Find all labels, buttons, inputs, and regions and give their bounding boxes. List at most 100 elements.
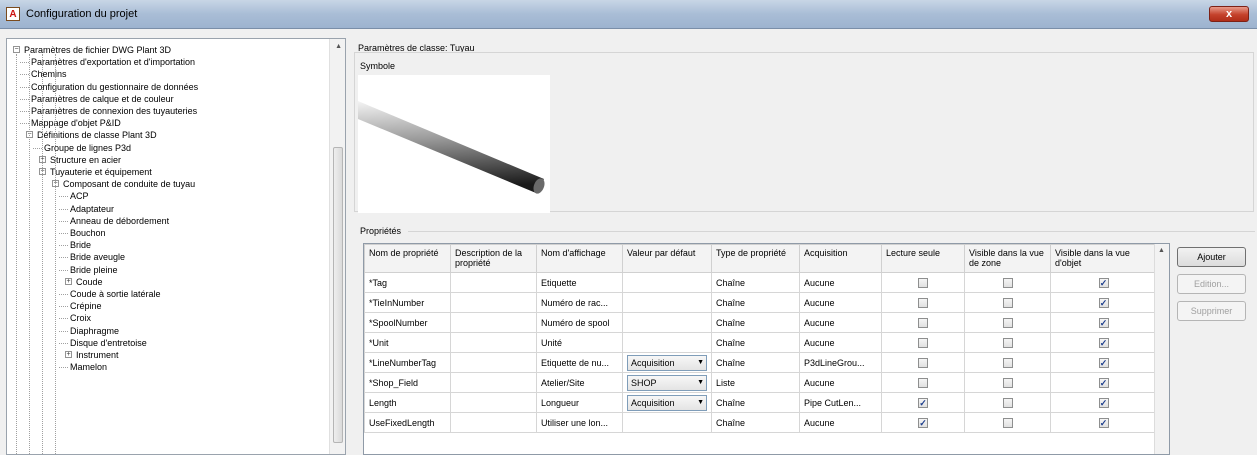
column-header[interactable]: Lecture seule bbox=[881, 244, 965, 273]
property-type-cell[interactable]: Chaîne bbox=[711, 412, 800, 433]
column-header[interactable]: Valeur par défaut bbox=[622, 244, 712, 273]
table-row[interactable]: *SpoolNumber Numéro de spool Chaîne Aucune ✓ bbox=[364, 312, 1157, 333]
property-description-cell[interactable] bbox=[450, 312, 537, 333]
default-value-cell[interactable] bbox=[622, 312, 712, 333]
visible-object-cell[interactable]: ✓ bbox=[1050, 292, 1157, 313]
display-name-cell[interactable]: Numéro de rac... bbox=[536, 292, 623, 313]
visible-zone-cell[interactable] bbox=[964, 412, 1051, 433]
checkbox[interactable]: ✓ bbox=[1098, 277, 1109, 288]
property-name-cell[interactable]: *SpoolNumber bbox=[364, 312, 451, 333]
checkbox[interactable] bbox=[918, 317, 928, 328]
checkbox[interactable]: ✓ bbox=[1098, 417, 1109, 428]
property-type-cell[interactable]: Chaîne bbox=[711, 392, 800, 413]
display-name-cell[interactable]: Utiliser une lon... bbox=[536, 412, 623, 433]
grid-scrollbar[interactable]: ▲ bbox=[1154, 244, 1169, 454]
property-name-cell[interactable]: Length bbox=[364, 392, 451, 413]
acquisition-cell[interactable]: Aucune bbox=[799, 292, 882, 313]
properties-grid[interactable]: Nom de propriété Description de la propri… bbox=[363, 243, 1170, 455]
default-value-cell[interactable] bbox=[622, 292, 712, 313]
property-description-cell[interactable] bbox=[450, 332, 537, 353]
collapse-icon[interactable]: − bbox=[13, 46, 20, 53]
property-description-cell[interactable] bbox=[450, 272, 537, 293]
column-header[interactable]: Acquisition bbox=[799, 244, 882, 273]
table-row[interactable]: *Shop_Field Atelier/Site SHOP ▼ Liste Aucune ✓ bbox=[364, 372, 1157, 393]
property-type-cell[interactable]: Chaîne bbox=[711, 352, 800, 373]
expand-icon[interactable]: + bbox=[65, 351, 72, 358]
dropdown-arrow-icon[interactable]: ▼ bbox=[697, 379, 704, 386]
table-row[interactable]: *Unit Unité Chaîne Aucune ✓ bbox=[364, 332, 1157, 353]
default-value-dropdown[interactable]: SHOP ▼ bbox=[627, 374, 707, 391]
checkbox[interactable]: ✓ bbox=[1098, 357, 1109, 368]
dropdown-arrow-icon[interactable]: ▼ bbox=[697, 399, 704, 406]
visible-object-cell[interactable]: ✓ bbox=[1050, 372, 1157, 393]
property-type-cell[interactable]: Liste bbox=[711, 372, 800, 393]
property-description-cell[interactable] bbox=[450, 292, 537, 313]
scroll-up-icon[interactable]: ▲ bbox=[1158, 247, 1165, 254]
table-row[interactable]: *LineNumberTag Etiquette de nu... Acquisit… bbox=[364, 352, 1157, 373]
scroll-up-icon[interactable]: ▲ bbox=[335, 43, 342, 50]
column-header[interactable]: Visible dans la vue de zone bbox=[964, 244, 1051, 273]
property-description-cell[interactable] bbox=[450, 372, 537, 393]
default-value-cell[interactable] bbox=[622, 412, 712, 433]
visible-object-cell[interactable]: ✓ bbox=[1050, 332, 1157, 353]
property-name-cell[interactable]: *LineNumberTag bbox=[364, 352, 451, 373]
visible-object-cell[interactable]: ✓ bbox=[1050, 312, 1157, 333]
display-name-cell[interactable]: Unité bbox=[536, 332, 623, 353]
property-description-cell[interactable] bbox=[450, 412, 537, 433]
display-name-cell[interactable]: Longueur bbox=[536, 392, 623, 413]
default-value-cell[interactable] bbox=[622, 272, 712, 293]
visible-zone-cell[interactable] bbox=[964, 392, 1051, 413]
column-header[interactable]: Type de propriété bbox=[711, 244, 800, 273]
display-name-cell[interactable]: Atelier/Site bbox=[536, 372, 623, 393]
property-name-cell[interactable]: *Tag bbox=[364, 272, 451, 293]
acquisition-cell[interactable]: Aucune bbox=[799, 272, 882, 293]
settings-tree[interactable]: − Paramètres de fichier DWG Plant 3D Param… bbox=[6, 38, 346, 455]
property-type-cell[interactable]: Chaîne bbox=[711, 312, 800, 333]
visible-object-cell[interactable]: ✓ bbox=[1050, 272, 1157, 293]
default-value-dropdown[interactable]: Acquisition ▼ bbox=[627, 394, 707, 411]
acquisition-cell[interactable]: Aucune bbox=[799, 372, 882, 393]
dropdown-arrow-icon[interactable]: ▼ bbox=[697, 359, 704, 366]
add-button[interactable]: Ajouter bbox=[1177, 247, 1246, 267]
visible-zone-cell[interactable] bbox=[964, 372, 1051, 393]
default-value-dropdown[interactable]: Acquisition ▼ bbox=[627, 354, 707, 371]
delete-button[interactable]: Supprimer bbox=[1177, 301, 1246, 321]
read-only-cell[interactable] bbox=[881, 292, 965, 313]
property-description-cell[interactable] bbox=[450, 392, 537, 413]
read-only-cell[interactable] bbox=[881, 352, 965, 373]
checkbox[interactable] bbox=[1002, 377, 1013, 388]
column-header[interactable]: Visible dans la vue d'objet bbox=[1050, 244, 1157, 273]
acquisition-cell[interactable]: Pipe CutLen... bbox=[799, 392, 882, 413]
checkbox[interactable] bbox=[918, 297, 928, 308]
property-type-cell[interactable]: Chaîne bbox=[711, 272, 800, 293]
visible-zone-cell[interactable] bbox=[964, 332, 1051, 353]
checkbox[interactable]: ✓ bbox=[918, 417, 928, 428]
read-only-cell[interactable] bbox=[881, 272, 965, 293]
read-only-cell[interactable]: ✓ bbox=[881, 412, 965, 433]
checkbox[interactable] bbox=[1002, 397, 1013, 408]
checkbox[interactable] bbox=[918, 357, 928, 368]
checkbox[interactable] bbox=[918, 337, 928, 348]
checkbox[interactable]: ✓ bbox=[1098, 397, 1109, 408]
checkbox[interactable] bbox=[1002, 297, 1013, 308]
display-name-cell[interactable]: Etiquette bbox=[536, 272, 623, 293]
checkbox[interactable] bbox=[918, 377, 928, 388]
visible-object-cell[interactable]: ✓ bbox=[1050, 352, 1157, 373]
checkbox[interactable] bbox=[1002, 317, 1013, 328]
checkbox[interactable] bbox=[1002, 417, 1013, 428]
edit-button[interactable]: Edition... bbox=[1177, 274, 1246, 294]
display-name-cell[interactable]: Numéro de spool bbox=[536, 312, 623, 333]
visible-zone-cell[interactable] bbox=[964, 292, 1051, 313]
checkbox[interactable] bbox=[1002, 277, 1013, 288]
property-type-cell[interactable]: Chaîne bbox=[711, 292, 800, 313]
read-only-cell[interactable] bbox=[881, 372, 965, 393]
visible-object-cell[interactable]: ✓ bbox=[1050, 392, 1157, 413]
default-value-cell[interactable]: SHOP ▼ bbox=[622, 372, 712, 393]
default-value-cell[interactable] bbox=[622, 332, 712, 353]
default-value-cell[interactable]: Acquisition ▼ bbox=[622, 392, 712, 413]
checkbox[interactable] bbox=[1002, 357, 1013, 368]
acquisition-cell[interactable]: Aucune bbox=[799, 332, 882, 353]
checkbox[interactable]: ✓ bbox=[1098, 297, 1109, 308]
visible-zone-cell[interactable] bbox=[964, 352, 1051, 373]
checkbox[interactable]: ✓ bbox=[1098, 377, 1109, 388]
